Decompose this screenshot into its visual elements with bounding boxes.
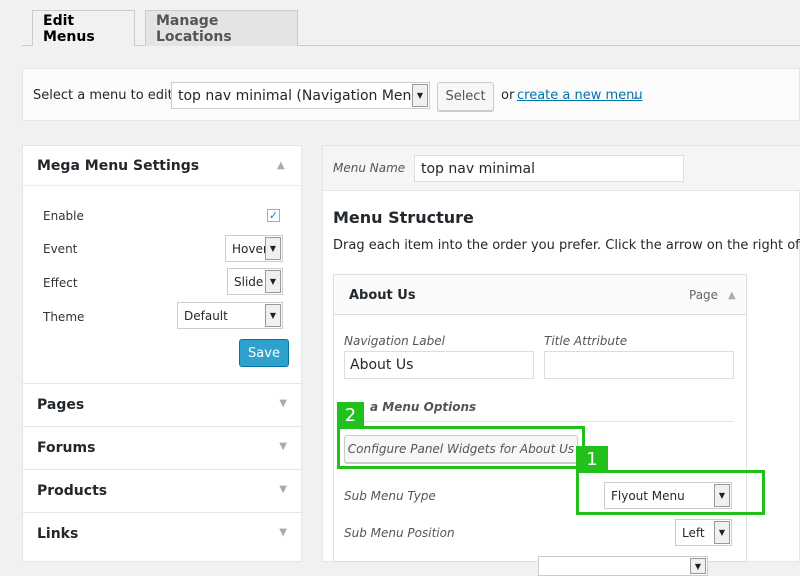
save-button[interactable]: Save bbox=[239, 339, 289, 367]
title-attribute-label: Title Attribute bbox=[544, 334, 628, 348]
accordion-links-label: Links bbox=[37, 526, 79, 542]
nav-label-label: Navigation Label bbox=[344, 334, 445, 348]
chevron-down-icon: ▼ bbox=[265, 304, 281, 327]
accordion-forums[interactable]: Forums ▼ bbox=[23, 426, 301, 469]
menu-item-type: Page bbox=[689, 288, 719, 302]
partial-select[interactable]: ▼ bbox=[538, 556, 708, 576]
caret-up-icon[interactable]: ▲ bbox=[277, 160, 285, 171]
chevron-down-icon: ▼ bbox=[412, 84, 428, 107]
accordion-pages[interactable]: Pages ▼ bbox=[23, 383, 301, 426]
menu-name-label: Menu Name bbox=[333, 161, 406, 175]
mega-menu-options-title: a Menu Options bbox=[370, 400, 477, 414]
sub-menu-position-select[interactable]: Left ▼ bbox=[675, 519, 732, 546]
caret-down-icon: ▼ bbox=[279, 527, 287, 538]
accordion-products-label: Products bbox=[37, 483, 108, 499]
enable-checkbox[interactable]: ✓ bbox=[267, 209, 280, 222]
sub-menu-position-label: Sub Menu Position bbox=[344, 526, 455, 540]
effect-value: Slide bbox=[234, 274, 264, 289]
or-text: or bbox=[501, 88, 515, 103]
sub-menu-position-value: Left bbox=[682, 525, 705, 540]
menu-structure-title: Menu Structure bbox=[333, 208, 474, 227]
menu-item-title: About Us bbox=[349, 288, 416, 303]
select-menu-label: Select a menu to edit: bbox=[33, 88, 178, 103]
tab-manage-locations[interactable]: Manage Locations bbox=[145, 10, 298, 46]
effect-label: Effect bbox=[43, 276, 78, 290]
select-button[interactable]: Select bbox=[437, 82, 494, 111]
effect-select[interactable]: Slide ▼ bbox=[227, 268, 283, 295]
chevron-down-icon: ▼ bbox=[690, 558, 706, 574]
tab-divider bbox=[22, 45, 800, 46]
menu-name-input[interactable]: top nav minimal bbox=[414, 155, 684, 182]
create-new-menu-link[interactable]: create a new menu bbox=[517, 88, 643, 103]
enable-label: Enable bbox=[43, 209, 84, 223]
caret-down-icon: ▼ bbox=[279, 484, 287, 495]
annotation-box-2 bbox=[337, 426, 585, 469]
theme-label: Theme bbox=[43, 310, 85, 324]
chevron-down-icon: ▼ bbox=[265, 270, 281, 293]
mega-menu-title: Mega Menu Settings bbox=[37, 158, 200, 174]
annotation-number-2: 2 bbox=[337, 402, 364, 428]
accordion-links[interactable]: Links ▼ bbox=[23, 512, 301, 555]
event-value: Hover bbox=[232, 241, 268, 256]
theme-value: Default bbox=[184, 308, 228, 323]
menu-select-value: top nav minimal (Navigation Menu) bbox=[178, 87, 426, 104]
divider bbox=[344, 421, 734, 422]
menu-structure-description: Drag each item into the order you prefer… bbox=[333, 238, 800, 253]
event-label: Event bbox=[43, 242, 78, 256]
period-text: . bbox=[633, 88, 638, 103]
sub-menu-type-label: Sub Menu Type bbox=[344, 489, 436, 503]
accordion-forums-label: Forums bbox=[37, 440, 96, 456]
accordion-products[interactable]: Products ▼ bbox=[23, 469, 301, 512]
event-select[interactable]: Hover ▼ bbox=[225, 235, 283, 262]
menu-select-dropdown[interactable]: top nav minimal (Navigation Menu) ▼ bbox=[171, 82, 430, 109]
annotation-number-1: 1 bbox=[576, 446, 608, 473]
caret-down-icon: ▼ bbox=[279, 398, 287, 409]
title-attribute-input[interactable] bbox=[544, 351, 734, 379]
accordion-pages-label: Pages bbox=[37, 397, 85, 413]
chevron-down-icon: ▼ bbox=[265, 237, 281, 260]
nav-label-input[interactable]: About Us bbox=[344, 351, 534, 379]
chevron-down-icon: ▼ bbox=[714, 521, 730, 544]
caret-up-icon[interactable]: ▲ bbox=[728, 290, 736, 301]
tab-edit-menus[interactable]: Edit Menus bbox=[32, 10, 135, 46]
annotation-box-1 bbox=[576, 470, 765, 515]
theme-select[interactable]: Default ▼ bbox=[177, 302, 283, 329]
caret-down-icon: ▼ bbox=[279, 441, 287, 452]
